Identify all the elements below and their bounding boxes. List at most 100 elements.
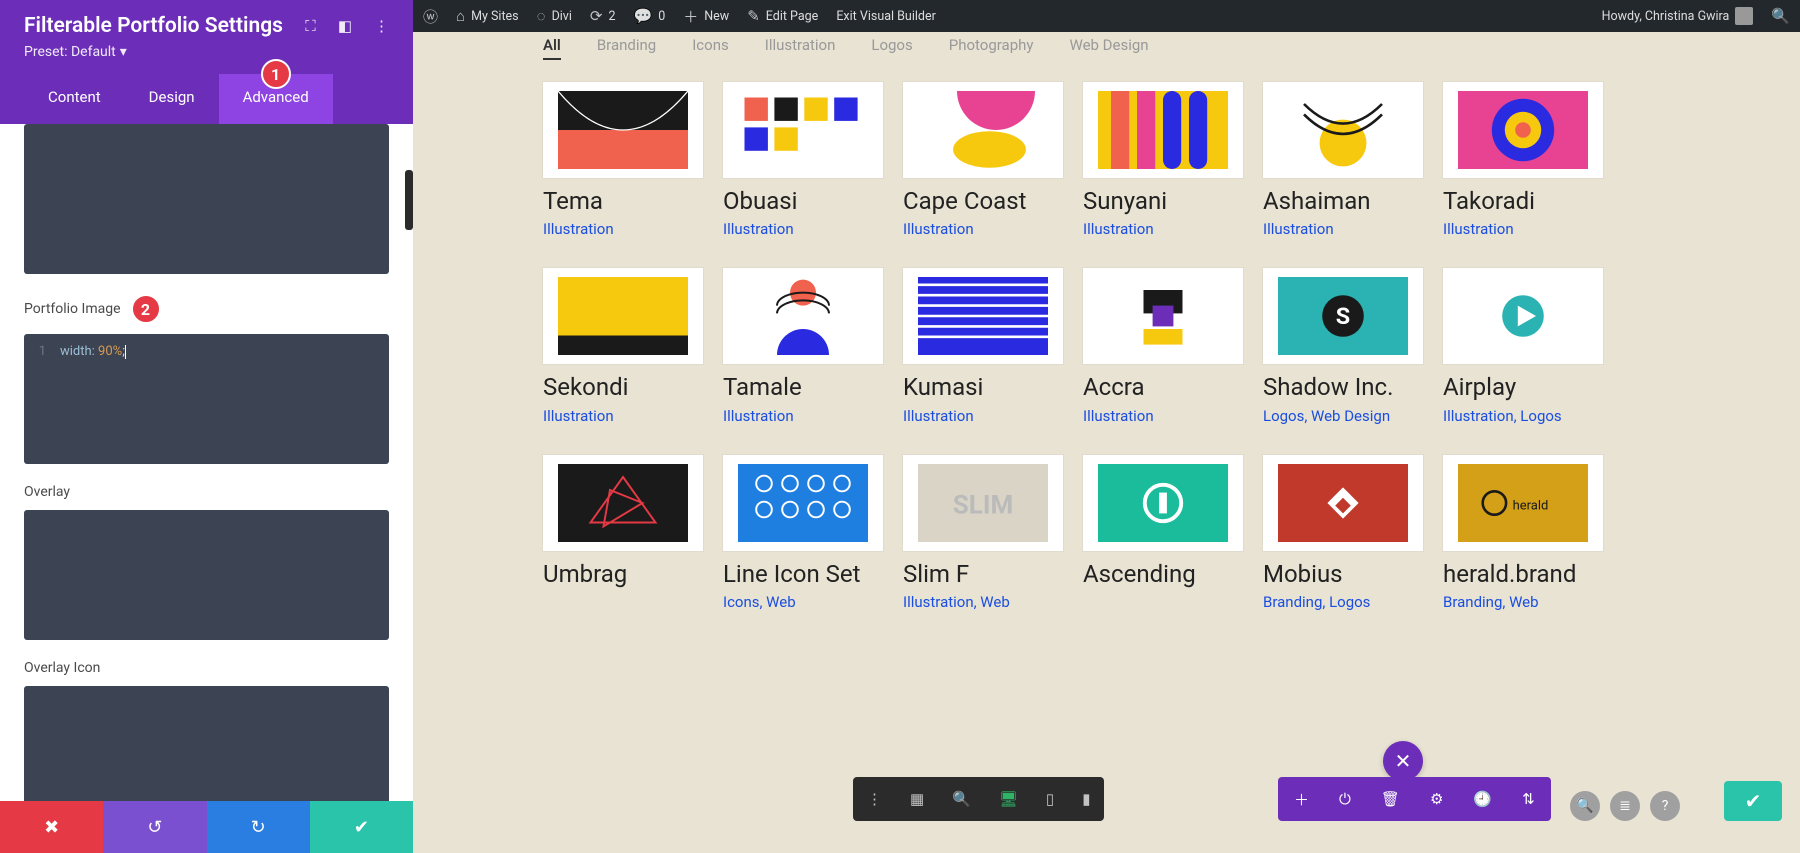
zoom-icon[interactable]: 🔍 <box>952 790 971 808</box>
sidebar-body: Portfolio Image 2 1 width: 90%; Overlay … <box>0 124 413 801</box>
edit-page[interactable]: ✎Edit Page <box>747 7 818 25</box>
portfolio-filters: All Branding Icons Illustration Logos Ph… <box>413 32 1800 74</box>
portfolio-card[interactable]: SLIM Slim F Illustration, Web <box>903 455 1063 611</box>
desktop-icon[interactable]: 🖥 <box>999 790 1018 808</box>
my-sites-label: My Sites <box>471 9 519 24</box>
portfolio-categories[interactable]: Illustration <box>1263 220 1423 238</box>
portfolio-card[interactable]: S Shadow Inc. Logos, Web Design <box>1263 268 1423 424</box>
save-button[interactable]: ✔ <box>310 801 413 853</box>
howdy-label: Howdy, Christina Gwira <box>1602 9 1730 24</box>
portfolio-categories[interactable]: Branding, Logos <box>1263 593 1423 611</box>
my-sites[interactable]: ⌂My Sites <box>456 7 519 25</box>
page-save-button[interactable]: ✔ <box>1724 781 1782 821</box>
wireframe-icon[interactable]: ▦ <box>910 790 924 808</box>
updates[interactable]: ⟳2 <box>590 7 616 25</box>
new-menu[interactable]: ＋New <box>683 6 729 27</box>
filter-illustration[interactable]: Illustration <box>765 36 836 60</box>
layers-icon[interactable]: ≣ <box>1610 791 1640 821</box>
portfolio-card[interactable]: Kumasi Illustration <box>903 268 1063 424</box>
tab-advanced-label: Advanced <box>243 88 309 106</box>
filter-logos[interactable]: Logos <box>871 36 912 60</box>
portfolio-categories[interactable]: Branding, Web <box>1443 593 1603 611</box>
wp-logo[interactable]: ⓦ <box>423 6 438 27</box>
css-box-prev[interactable] <box>24 124 389 274</box>
portfolio-categories[interactable]: Illustration <box>543 220 703 238</box>
filter-all[interactable]: All <box>543 36 561 60</box>
portfolio-categories[interactable]: Illustration <box>903 220 1063 238</box>
portfolio-card[interactable]: Takoradi Illustration <box>1443 82 1603 238</box>
menu-icon[interactable]: ⋮ <box>867 790 882 808</box>
portfolio-thumbnail <box>723 455 883 551</box>
portfolio-thumbnail: herald <box>1443 455 1603 551</box>
power-icon[interactable]: ⏻ <box>1339 790 1351 808</box>
portfolio-categories[interactable]: Illustration <box>1083 407 1243 425</box>
portfolio-card[interactable]: herald herald.brand Branding, Web <box>1443 455 1603 611</box>
portfolio-card[interactable]: Line Icon Set Icons, Web <box>723 455 883 611</box>
more-icon[interactable]: ⋮ <box>374 17 389 35</box>
portfolio-card[interactable]: Sekondi Illustration <box>543 268 703 424</box>
portfolio-card[interactable]: Accra Illustration <box>1083 268 1243 424</box>
portfolio-card[interactable]: Ascending <box>1083 455 1243 611</box>
gear-icon[interactable]: ⚙ <box>1430 790 1443 808</box>
history-icon[interactable]: 🕘 <box>1473 790 1492 808</box>
filter-icons[interactable]: Icons <box>692 36 729 60</box>
close-fab[interactable]: ✕ <box>1383 741 1423 781</box>
help-icon[interactable]: ? <box>1650 791 1680 821</box>
portfolio-categories[interactable]: Illustration, Logos <box>1443 407 1603 425</box>
portfolio-card[interactable]: Obuasi Illustration <box>723 82 883 238</box>
portfolio-card[interactable]: Mobius Branding, Logos <box>1263 455 1423 611</box>
portfolio-categories[interactable]: Illustration <box>1443 220 1603 238</box>
redo-button[interactable]: ↻ <box>207 801 310 853</box>
filter-photography[interactable]: Photography <box>949 36 1034 60</box>
cancel-button[interactable]: ✖ <box>0 801 103 853</box>
portfolio-categories[interactable]: Illustration <box>723 220 883 238</box>
portfolio-categories[interactable]: Illustration, Web <box>903 593 1063 611</box>
sort-icon[interactable]: ⇅ <box>1522 790 1535 808</box>
add-icon[interactable]: ＋ <box>1294 789 1309 810</box>
portfolio-card[interactable]: Cape Coast Illustration <box>903 82 1063 238</box>
comments-count: 0 <box>658 9 665 24</box>
portfolio-card[interactable]: Umbrag <box>543 455 703 611</box>
portfolio-categories[interactable]: Icons, Web <box>723 593 883 611</box>
trash-icon[interactable]: 🗑 <box>1381 790 1400 808</box>
exit-visual-builder[interactable]: Exit Visual Builder <box>836 9 936 24</box>
howdy-user[interactable]: Howdy, Christina Gwira <box>1602 7 1754 25</box>
wordpress-icon: ⓦ <box>423 6 438 27</box>
portfolio-card[interactable]: Sunyani Illustration <box>1083 82 1243 238</box>
portfolio-categories[interactable]: Illustration <box>903 407 1063 425</box>
portfolio-title: Shadow Inc. <box>1263 374 1423 400</box>
divi-label: Divi <box>552 9 572 24</box>
portfolio-categories[interactable]: Logos, Web Design <box>1263 407 1423 425</box>
portfolio-title: Tema <box>543 188 703 214</box>
overlay-css[interactable] <box>24 510 389 640</box>
portfolio-categories[interactable]: Illustration <box>1083 220 1243 238</box>
undo-button[interactable]: ↺ <box>103 801 206 853</box>
overlay-icon-css[interactable] <box>24 686 389 801</box>
portfolio-card[interactable]: Ashaiman Illustration <box>1263 82 1423 238</box>
portfolio-categories[interactable]: Illustration <box>723 407 883 425</box>
preset-selector[interactable]: Preset: Default ▾ <box>24 44 127 60</box>
comments[interactable]: 💬0 <box>634 7 666 25</box>
filter-branding[interactable]: Branding <box>597 36 656 60</box>
portfolio-categories[interactable]: Illustration <box>543 407 703 425</box>
portfolio-image-css[interactable]: 1 width: 90%; <box>24 334 389 464</box>
filter-webdesign[interactable]: Web Design <box>1069 36 1148 60</box>
find-icon[interactable]: 🔍 <box>1570 791 1600 821</box>
tab-content[interactable]: Content <box>24 74 125 124</box>
sidebar-scrollbar[interactable] <box>405 170 413 230</box>
tab-design[interactable]: Design <box>125 74 219 124</box>
portfolio-title: Takoradi <box>1443 188 1603 214</box>
search-toggle[interactable]: 🔍 <box>1771 7 1790 25</box>
portfolio-thumbnail <box>1083 268 1243 364</box>
expand-icon[interactable]: ⛶ <box>305 17 316 35</box>
tablet-icon[interactable]: ▯ <box>1046 790 1054 808</box>
portfolio-card[interactable]: Tema Illustration <box>543 82 703 238</box>
responsive-icon[interactable]: ◧ <box>338 17 352 35</box>
portfolio-thumbnail <box>1443 268 1603 364</box>
phone-icon[interactable]: ▮ <box>1082 790 1090 808</box>
avatar-icon <box>1735 7 1753 25</box>
portfolio-card[interactable]: Tamale Illustration <box>723 268 883 424</box>
divi-menu[interactable]: ◌Divi <box>537 7 572 25</box>
tab-advanced[interactable]: Advanced 1 <box>219 74 333 124</box>
portfolio-card[interactable]: Airplay Illustration, Logos <box>1443 268 1603 424</box>
